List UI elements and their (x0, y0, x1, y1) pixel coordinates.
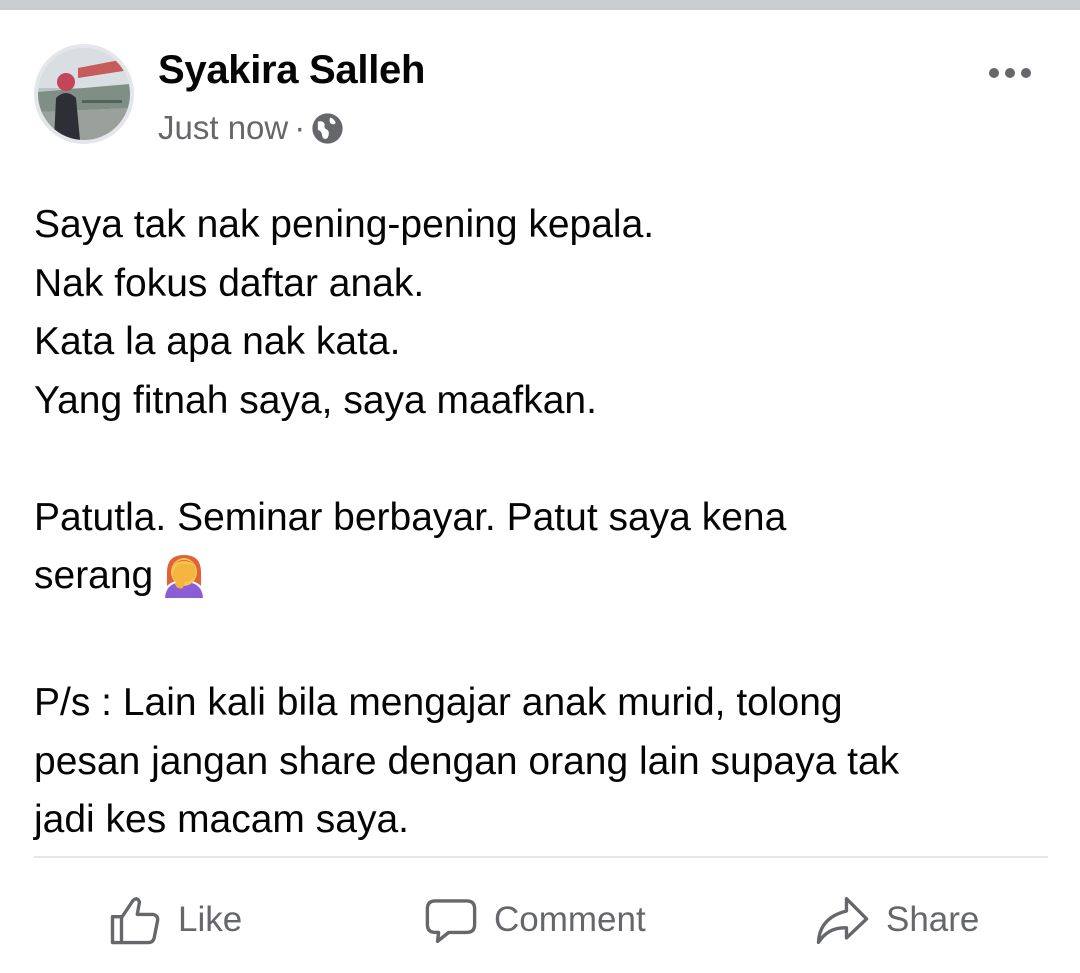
post-line: serang (34, 554, 154, 597)
share-arrow-icon (816, 897, 869, 945)
post-line-with-emoji: serang (34, 547, 1044, 616)
actions-divider (34, 856, 1048, 858)
thumbs-up-icon (110, 897, 160, 945)
more-options-button[interactable] (984, 58, 1036, 88)
post-line: Saya tak nak pening-pening kepala. (34, 203, 655, 246)
post-line: jadi kes macam saya. (34, 798, 409, 841)
woman-facepalming-icon (161, 552, 207, 616)
post-line: Kata la apa nak kata. (34, 320, 401, 363)
post-body: Saya tak nak pening-pening kepala. Nak f… (34, 196, 1044, 850)
author-avatar[interactable] (34, 44, 134, 144)
post-line: pesan jangan share dengan orang lain sup… (34, 739, 900, 783)
post-line: Nak fokus daftar anak. (34, 261, 425, 305)
comment-button[interactable]: Comment (424, 890, 646, 950)
share-label: Share (886, 900, 980, 939)
more-options-icon (989, 68, 1031, 78)
like-button[interactable]: Like (108, 890, 242, 950)
post-line: P/s : Lain kali bila mengajar anak murid… (34, 681, 843, 724)
like-label: Like (178, 900, 243, 939)
meta-separator: · (294, 109, 306, 146)
post-line: Yang fitnah saya, saya maafkan. (34, 378, 597, 422)
author-name[interactable]: Syakira Salleh (158, 48, 425, 93)
post-timestamp[interactable]: Just now (158, 109, 288, 147)
post-card: Syakira Salleh Just now · Saya tak nak p… (0, 10, 1080, 973)
comment-bubble-icon (425, 899, 477, 944)
post-meta: Just now · (158, 108, 344, 148)
share-button[interactable]: Share (814, 890, 979, 950)
comment-label: Comment (494, 900, 646, 939)
top-bar (0, 0, 1080, 10)
globe-icon[interactable] (311, 112, 344, 145)
post-line: Patutla. Seminar berbayar. Patut saya ke… (34, 495, 787, 539)
